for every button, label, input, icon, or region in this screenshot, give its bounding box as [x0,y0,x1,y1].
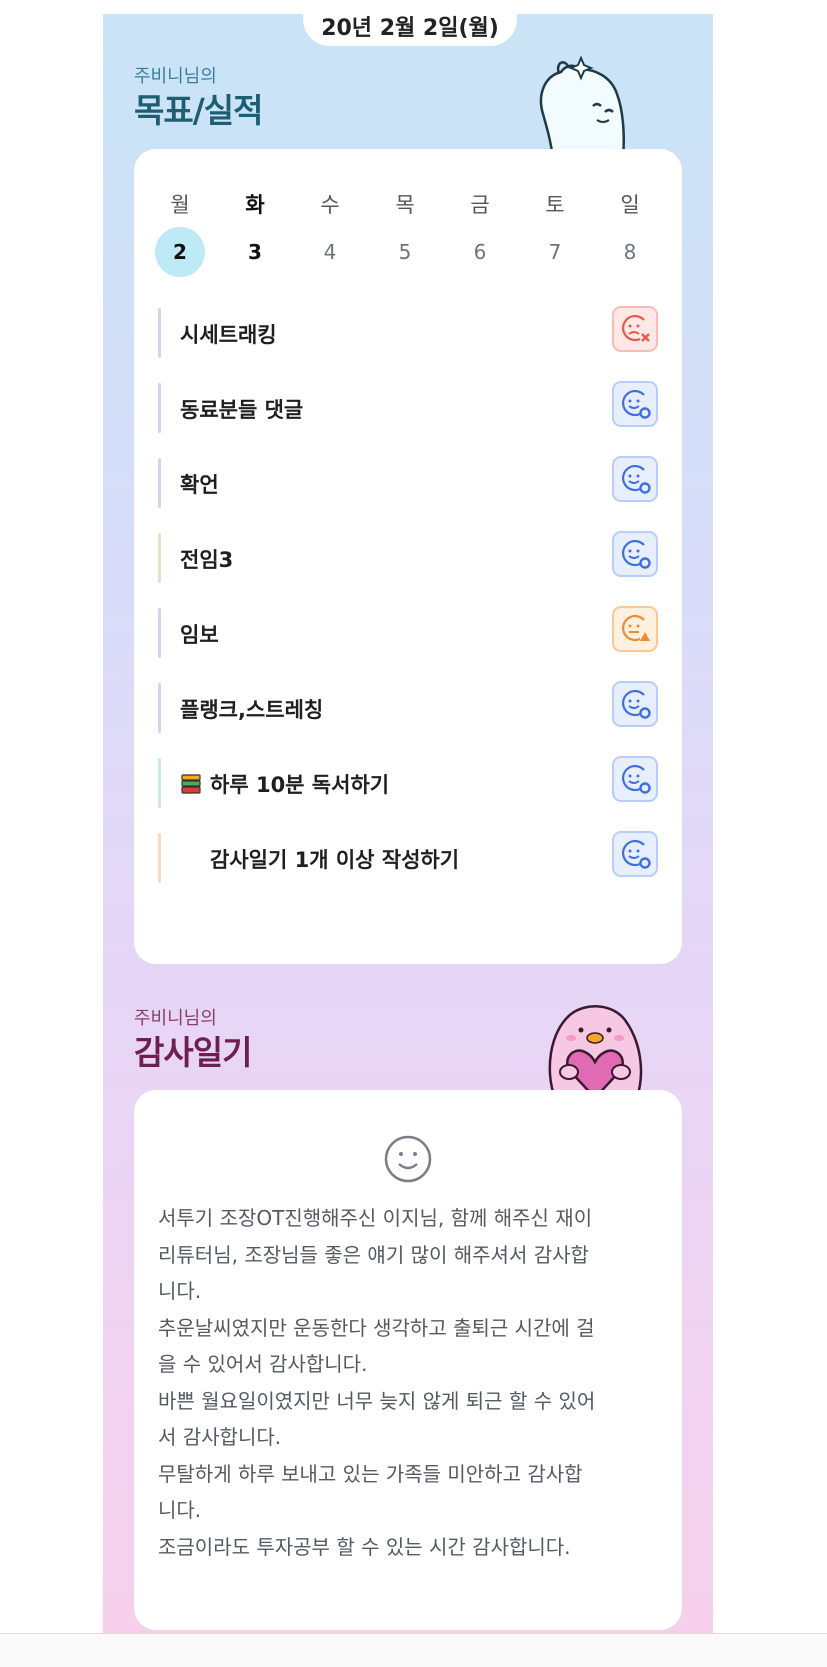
goal-status-button[interactable] [612,756,658,802]
smile-check-icon [622,689,651,719]
goal-color-bar [158,308,161,358]
books-icon [181,774,201,794]
smile-face-icon [384,1135,432,1183]
day-3-button[interactable]: 3 [230,227,280,277]
smile-warning-icon [622,614,650,642]
goal-label: 동료분들 댓글 [180,398,304,422]
goal-label: 임보 [180,623,219,647]
day-name-fri: 금 [470,193,490,217]
day-4-button[interactable]: 4 [305,227,355,277]
diary-text: 서투기 조장OT진행해주신 이지님, 함께 해주신 재이 리튜터님, 조장님들 … [158,1206,596,1559]
date-text: 20년 2월 2일(월) [321,16,499,41]
goal-status-button[interactable] [612,681,658,727]
goal-status-button[interactable] [612,381,658,427]
day-name-tue: 화 [245,193,265,217]
report-panel: 20년 2월 2일(월) 주비니님의 목표/실적 월 화 수 목 금 토 일 2… [103,14,713,1634]
goal-status-button[interactable] [612,456,658,502]
day-name-mon: 월 [170,193,190,217]
day-5-button[interactable]: 5 [380,227,430,277]
smile-check-icon [622,839,651,869]
goal-label: 하루 10분 독서하기 [210,773,390,797]
goal-item[interactable]: 하루 10분 독서하기 [158,754,658,812]
date-pill: 20년 2월 2일(월) [303,14,517,46]
smile-check-icon [622,464,651,494]
goal-item[interactable]: 시세트래킹 [158,304,658,362]
goal-label: 전임3 [180,548,234,572]
goal-status-button[interactable] [612,531,658,577]
day-8-button[interactable]: 8 [605,227,655,277]
goal-color-bar [158,533,161,583]
goal-label: 시세트래킹 [180,323,277,347]
smile-check-icon [622,764,651,794]
smile-check-icon [622,389,651,419]
goal-item[interactable]: 동료분들 댓글 [158,379,658,437]
goal-item[interactable]: 임보 [158,604,658,662]
goal-label: 확언 [180,473,219,497]
day-6-button[interactable]: 6 [455,227,505,277]
goal-item[interactable]: 감사일기 1개 이상 작성하기 [158,829,658,887]
sad-x-icon [622,314,650,342]
diary-card: 서투기 조장OT진행해주신 이지님, 함께 해주신 재이 리튜터님, 조장님들 … [134,1090,682,1630]
goal-color-bar [158,458,161,508]
goal-color-bar [158,683,161,733]
goal-status-button[interactable] [612,831,658,877]
day-name-sat: 토 [545,193,565,217]
goal-status-button[interactable] [612,606,658,652]
goal-item[interactable]: 확언 [158,454,658,512]
day-2-button[interactable]: 2 [155,227,205,277]
ghost-mascot-icon [539,55,625,159]
day-name-sun: 일 [620,193,640,217]
goal-label: 플랭크,스트레칭 [180,698,324,722]
smile-check-icon [622,539,651,569]
goal-color-bar [158,758,161,808]
goal-status-button[interactable] [612,306,658,352]
goals-card: 월 화 수 목 금 토 일 2 3 4 5 6 7 8 시세트래킹 동료분들 댓… [134,149,682,964]
day-name-wed: 수 [320,193,340,217]
goal-color-bar [158,833,161,883]
goal-label-row: 하루 10분 독서하기 [180,769,389,799]
goal-label: 감사일기 1개 이상 작성하기 [210,848,460,872]
pink-mascot-heart-icon [548,1005,643,1098]
goals-section-title: 목표/실적 [134,91,263,130]
diary-section-title: 감사일기 [134,1033,252,1072]
goal-item[interactable]: 플랭크,스트레칭 [158,679,658,737]
goal-color-bar [158,383,161,433]
goal-item[interactable]: 전임3 [158,529,658,587]
goal-color-bar [158,608,161,658]
day-name-thu: 목 [395,193,415,217]
bottom-bar [0,1634,827,1667]
day-7-button[interactable]: 7 [530,227,580,277]
